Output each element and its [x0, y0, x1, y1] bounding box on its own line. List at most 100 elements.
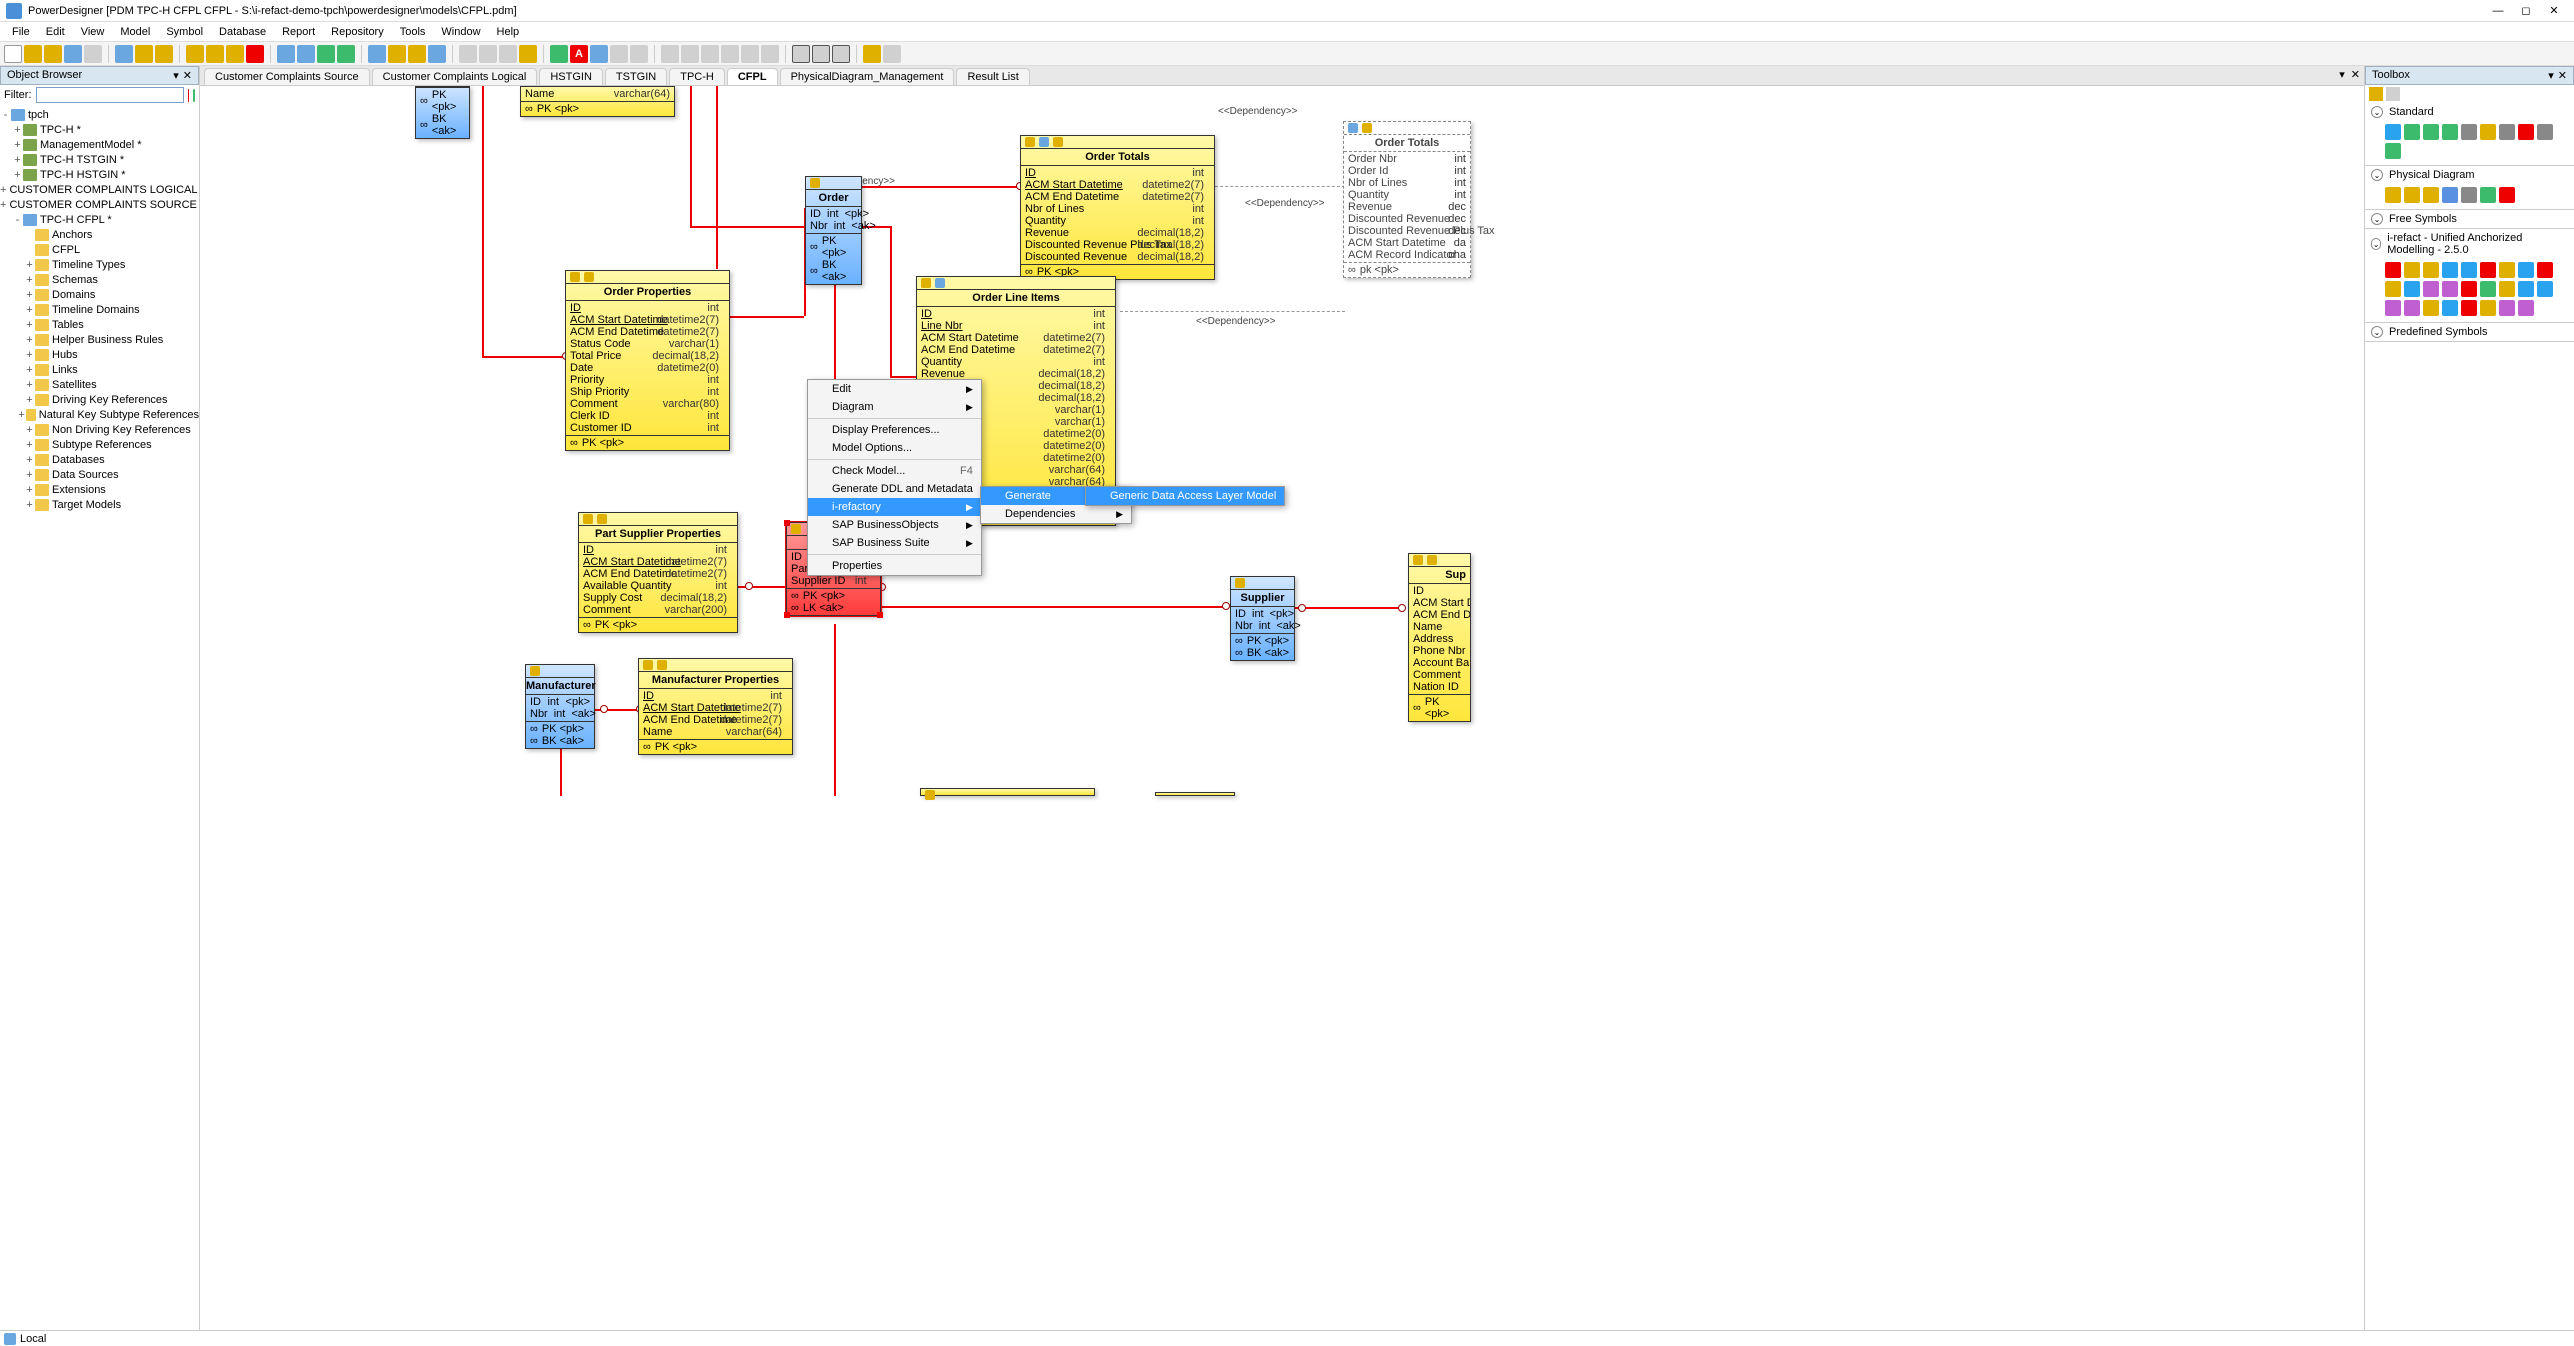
menu-item-properties[interactable]: Properties [808, 557, 981, 575]
toolbox-tool-icon[interactable] [2385, 124, 2401, 140]
toolbox-tool-icon[interactable] [2404, 124, 2420, 140]
menu-symbol[interactable]: Symbol [158, 24, 211, 40]
diagram-canvas[interactable]: <<Dependency>> <<Dependency>> <<Dependen… [200, 86, 2364, 1330]
toolbox-tool-icon[interactable] [2537, 262, 2553, 278]
menu-window[interactable]: Window [433, 24, 488, 40]
tree-item[interactable]: CFPL [0, 242, 199, 257]
tree-item[interactable]: +Domains [0, 287, 199, 302]
toolbox-tool-icon[interactable] [2423, 124, 2439, 140]
panel-close-icon[interactable]: ✕ [183, 69, 192, 82]
grid4-icon[interactable] [428, 45, 446, 63]
tree-item[interactable]: +TPC-H * [0, 122, 199, 137]
entity-fragment-blue[interactable]: ∞PK <pk> ∞BK <ak> [415, 86, 470, 139]
menu-item-i-refactory[interactable]: i-refactory▶ [808, 498, 981, 516]
toolbox-tool-icon[interactable] [2423, 300, 2439, 316]
toolbox-tool-icon[interactable] [2423, 187, 2439, 203]
toolbox-tool-icon[interactable] [2442, 281, 2458, 297]
toolbox-tool-icon[interactable] [2423, 262, 2439, 278]
save-icon[interactable] [64, 45, 82, 63]
toolbox-tool-icon[interactable] [2461, 300, 2477, 316]
tree-item[interactable]: -TPC-H CFPL * [0, 212, 199, 227]
misc1-icon[interactable] [863, 45, 881, 63]
menu-item-check-model-[interactable]: Check Model...F4 [808, 462, 981, 480]
grid2-icon[interactable] [388, 45, 406, 63]
delete-icon[interactable] [246, 45, 264, 63]
toolbox-tool-icon[interactable] [2385, 300, 2401, 316]
close-button[interactable]: ✕ [2540, 4, 2568, 17]
tree-item[interactable]: +Timeline Types [0, 257, 199, 272]
new-icon[interactable] [4, 45, 22, 63]
filter-go-icon[interactable] [193, 89, 195, 102]
tree-item[interactable]: +CUSTOMER COMPLAINTS SOURCE * [0, 197, 199, 212]
layout2-icon[interactable] [812, 45, 830, 63]
entity-order-properties[interactable]: Order Properties IDintACM Start Datetime… [565, 270, 730, 451]
tree-item[interactable]: +Helper Business Rules [0, 332, 199, 347]
toolbox-tool-icon[interactable] [2442, 124, 2458, 140]
entity-manufacturer-properties[interactable]: Manufacturer Properties IDintACM Start D… [638, 658, 793, 755]
redo-icon[interactable] [297, 45, 315, 63]
box2-icon[interactable] [479, 45, 497, 63]
menu-file[interactable]: File [4, 24, 38, 40]
toolbox-tool-icon[interactable] [2499, 281, 2515, 297]
open-icon[interactable] [24, 45, 42, 63]
menu-tools[interactable]: Tools [392, 24, 434, 40]
toolbox-tool-icon[interactable] [2404, 187, 2420, 203]
tree-item[interactable]: +Data Sources [0, 467, 199, 482]
copy-icon[interactable] [206, 45, 224, 63]
menu-edit[interactable]: Edit [38, 24, 73, 40]
refresh-icon[interactable] [337, 45, 355, 63]
entity-fragment-bottom2[interactable] [1155, 792, 1235, 796]
filter-input[interactable] [36, 87, 184, 103]
maximize-button[interactable]: ◻ [2512, 4, 2540, 17]
toolbox-tool-icon[interactable] [2442, 187, 2458, 203]
context-menu[interactable]: Edit▶Diagram▶Display Preferences...Model… [807, 379, 982, 576]
layout3-icon[interactable] [832, 45, 850, 63]
menu-item-sap-business-suite[interactable]: SAP Business Suite▶ [808, 534, 981, 552]
tab-result-list[interactable]: Result List [956, 68, 1029, 85]
tree-item[interactable]: +Timeline Domains [0, 302, 199, 317]
cut-icon[interactable] [186, 45, 204, 63]
paste-icon[interactable] [226, 45, 244, 63]
toolbox-tool-icon[interactable] [2385, 262, 2401, 278]
menu-item-display-preferences-[interactable]: Display Preferences... [808, 421, 981, 439]
undo-icon[interactable] [277, 45, 295, 63]
menu-repository[interactable]: Repository [323, 24, 392, 40]
toolbox-section[interactable]: ⌄Predefined Symbols [2365, 323, 2574, 341]
tree-item[interactable]: +Extensions [0, 482, 199, 497]
folder-icon[interactable] [44, 45, 62, 63]
entity-fragment-bottom[interactable] [920, 788, 1095, 796]
align2-icon[interactable] [681, 45, 699, 63]
tab-customer-complaints-source[interactable]: Customer Complaints Source [204, 68, 370, 85]
entity-part-supplier-properties[interactable]: Part Supplier Properties IDintACM Start … [578, 512, 738, 633]
grid3-icon[interactable] [408, 45, 426, 63]
align5-icon[interactable] [741, 45, 759, 63]
find-icon[interactable] [317, 45, 335, 63]
entity-order-totals-ghost[interactable]: Order Totals Order NbrintOrder IdintNbr … [1343, 121, 1471, 278]
menu-item-model-options-[interactable]: Model Options... [808, 439, 981, 457]
tree-item[interactable]: +Databases [0, 452, 199, 467]
panel-pin-icon[interactable]: ▾ [173, 69, 179, 82]
toolbox-tool-icon[interactable] [2385, 143, 2401, 159]
tabs-close-icon[interactable]: ✕ [2351, 68, 2360, 81]
align3-icon[interactable] [701, 45, 719, 63]
tab-cfpl[interactable]: CFPL [727, 68, 778, 85]
toolbox-tool-icon[interactable] [2480, 187, 2496, 203]
menu-item-sap-businessobjects[interactable]: SAP BusinessObjects▶ [808, 516, 981, 534]
entity-manufacturer[interactable]: Manufacturer IDint<pk> Nbrint<ak> ∞PK <p… [525, 664, 595, 749]
grid1-icon[interactable] [368, 45, 386, 63]
tab-tpc-h[interactable]: TPC-H [669, 68, 725, 85]
menu-view[interactable]: View [73, 24, 113, 40]
toolbox-tool-icon[interactable] [2499, 300, 2515, 316]
tree-item[interactable]: +Non Driving Key References [0, 422, 199, 437]
object-tree[interactable]: -tpch+TPC-H *+ManagementModel *+TPC-H TS… [0, 105, 199, 1330]
tree-item[interactable]: +TPC-H TSTGIN * [0, 152, 199, 167]
tree-item[interactable]: +Hubs [0, 347, 199, 362]
toolbox-tool-icon[interactable] [2461, 262, 2477, 278]
tree-root[interactable]: -tpch [0, 107, 199, 122]
toolbox-section[interactable]: ⌄Physical Diagram [2365, 166, 2574, 184]
toolbox-tool-icon[interactable] [2537, 281, 2553, 297]
align6-icon[interactable] [761, 45, 779, 63]
toolbox-tool-icon[interactable] [2537, 124, 2553, 140]
tree-item[interactable]: +Driving Key References [0, 392, 199, 407]
tree-item[interactable]: +CUSTOMER COMPLAINTS LOGICAL * [0, 182, 199, 197]
